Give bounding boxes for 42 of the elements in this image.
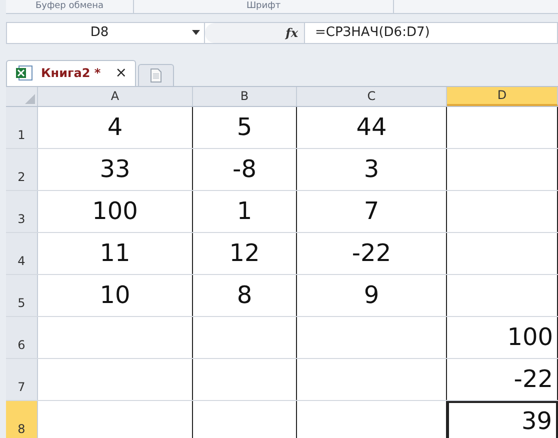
tab-label: Книга2 *	[41, 65, 101, 82]
table-cell[interactable]: 12	[193, 232, 297, 274]
table-cell[interactable]: -22	[447, 358, 558, 400]
table-cell[interactable]: 39	[447, 400, 558, 438]
table-cell[interactable]: 100	[38, 190, 193, 232]
table-cell[interactable]: -22	[297, 232, 447, 274]
row-header[interactable]: 8	[6, 400, 38, 438]
new-sheet-button[interactable]	[138, 64, 174, 86]
row-header[interactable]: 2	[6, 148, 38, 190]
ribbon-group-label: Шрифт	[134, 0, 394, 13]
column-header[interactable]: A	[38, 86, 193, 106]
table-cell[interactable]: 8	[193, 274, 297, 316]
row-header[interactable]: 5	[6, 274, 38, 316]
row-header[interactable]: 3	[6, 190, 38, 232]
insert-function-button[interactable]: fx	[286, 24, 298, 42]
table-cell[interactable]: 10	[38, 274, 193, 316]
dropdown-caret-icon[interactable]	[192, 30, 200, 36]
table-cell[interactable]: 100	[447, 316, 558, 358]
spreadsheet-icon	[15, 65, 33, 81]
table-cell[interactable]: 5	[193, 106, 297, 148]
corner-triangle-icon	[25, 94, 35, 104]
table-cell[interactable]: -8	[193, 148, 297, 190]
ribbon-group-label: Буфер обмена	[6, 0, 134, 13]
column-header[interactable]: D	[447, 86, 558, 106]
document-icon	[150, 68, 162, 82]
table-cell[interactable]: 9	[297, 274, 447, 316]
table-cell[interactable]: 4	[38, 106, 193, 148]
row-header[interactable]: 4	[6, 232, 38, 274]
row-header[interactable]: 6	[6, 316, 38, 358]
table-cell[interactable]: 3	[297, 148, 447, 190]
row-header[interactable]: 7	[6, 358, 38, 400]
workbook-tab[interactable]: Книга2 * ×	[6, 60, 136, 86]
name-box[interactable]: D8	[7, 23, 205, 42]
table-cell[interactable]: 33	[38, 148, 193, 190]
formula-input[interactable]: =СРЗНАЧ(D6:D7)	[315, 23, 430, 42]
table-cell[interactable]: 1	[193, 190, 297, 232]
table-cell[interactable]: 11	[38, 232, 193, 274]
table-cell[interactable]: 7	[297, 190, 447, 232]
tab-close-button[interactable]: ×	[115, 62, 127, 84]
table-cell[interactable]: 44	[297, 106, 447, 148]
column-header[interactable]: B	[193, 86, 297, 106]
row-header[interactable]: 1	[6, 106, 38, 148]
